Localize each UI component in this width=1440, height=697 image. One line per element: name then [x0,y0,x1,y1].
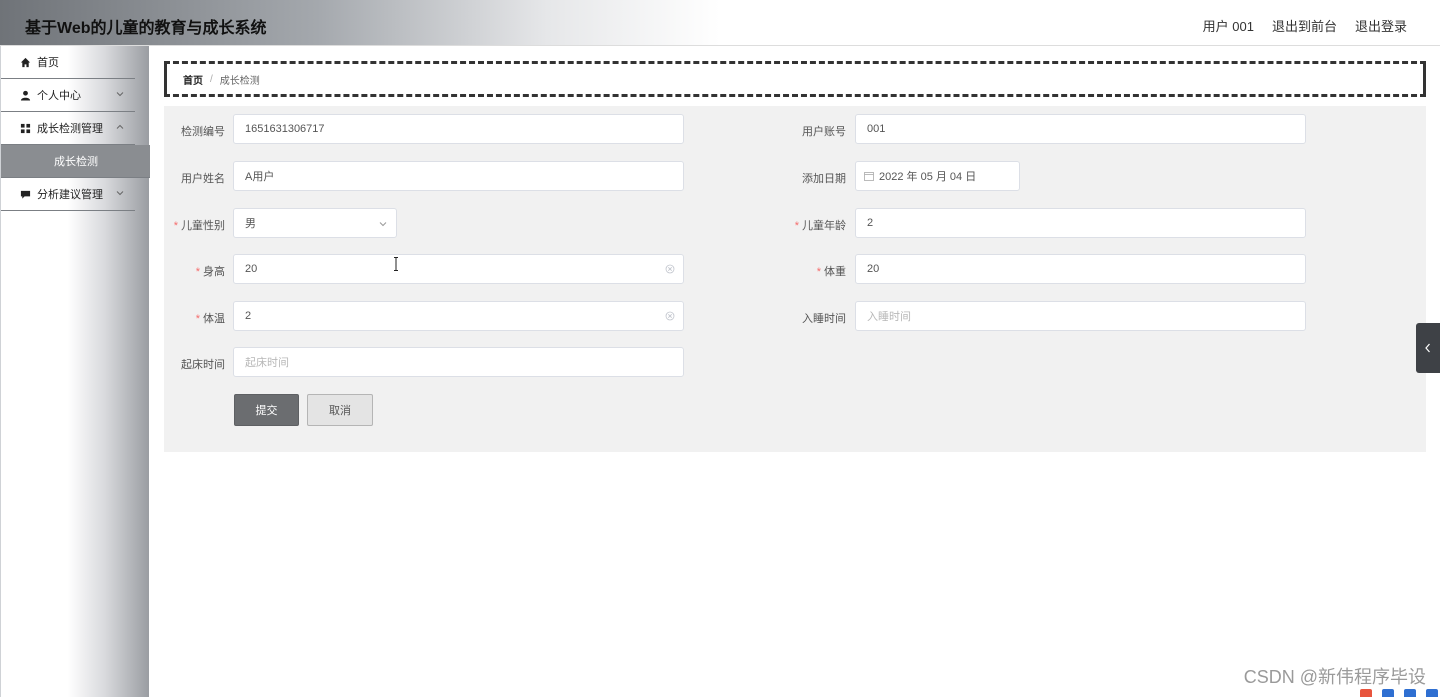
sidebar-item-label: 个人中心 [37,90,81,102]
sidebar-item-label: 首页 [37,57,59,69]
label-weight: * 体重 [816,266,846,278]
logout-link[interactable]: 退出登录 [1355,16,1407,35]
app-title: 基于Web的儿童的教育与成长系统 [25,20,267,37]
chevron-down-icon [116,92,124,97]
clear-circle-icon[interactable] [665,311,675,321]
clear-circle-icon[interactable] [665,264,675,274]
calendar-icon [864,172,874,181]
sidebar-item-label: 成长检测管理 [37,123,103,135]
breadcrumb: 首页 / 成长检测 [164,61,1426,97]
ime-status-icon [1382,689,1394,697]
sidebar-item-personal-center[interactable]: 个人中心 [1,79,135,112]
height-input[interactable]: 20 [233,254,684,284]
grid-icon [19,122,31,134]
user-icon [19,89,31,101]
user-name-input[interactable]: A用户 [233,161,684,191]
label-wake-time: 起床时间 [181,359,225,371]
breadcrumb-separator: / [210,73,213,85]
chevron-left-icon [1425,343,1430,353]
header-links: 用户 001 退出到前台 退出登录 [1203,16,1407,35]
sidebar: 首页 个人中心 成长检测管理 成长检测 分析建议管理 [0,46,150,697]
label-temperature: * 体温 [195,313,225,325]
sidebar-item-home[interactable]: 首页 [1,46,135,79]
sidebar-item-label: 成长检测 [54,156,98,168]
sidebar-item-growth-management[interactable]: 成长检测管理 [1,112,135,145]
sidebar-subitem-growth-detection[interactable]: 成长检测 [1,145,150,178]
comment-icon [19,188,31,200]
sidebar-item-analysis-advice[interactable]: 分析建议管理 [1,178,135,211]
label-user-account: 用户账号 [802,126,846,138]
weight-input[interactable]: 20 [855,254,1306,284]
sogou-icon [1360,689,1372,697]
side-panel-toggle[interactable] [1416,323,1440,373]
sidebar-item-label: 分析建议管理 [37,189,103,201]
cancel-button[interactable]: 取消 [307,394,373,426]
watermark: CSDN @新伟程序毕设 [1243,667,1426,687]
temperature-input[interactable]: 2 [233,301,684,331]
exit-to-frontend-link[interactable]: 退出到前台 [1272,16,1337,35]
ime-toolbar [1360,687,1438,697]
chevron-down-icon [379,222,387,227]
sleep-time-input[interactable]: 入睡时间 [855,301,1306,331]
wake-time-input[interactable]: 起床时间 [233,347,684,377]
form-panel: 检测编号 1651631306717 用户账号 001 用户姓名 A用户 添加日… [164,106,1426,452]
label-child-age: * 儿童年龄 [794,220,846,232]
ime-status-icon [1426,689,1438,697]
child-age-input[interactable]: 2 [855,208,1306,238]
label-user-name: 用户姓名 [181,173,225,185]
user-account-input[interactable]: 001 [855,114,1306,144]
home-icon [19,56,31,68]
breadcrumb-home[interactable]: 首页 [183,72,203,87]
chevron-down-icon [116,191,124,196]
detection-number-input[interactable]: 1651631306717 [233,114,684,144]
submit-button[interactable]: 提交 [234,394,299,426]
chevron-up-icon [116,124,124,129]
add-date-picker[interactable]: 2022 年 05 月 04 日 [855,161,1020,191]
text-cursor-icon [394,257,398,271]
top-header: 基于Web的儿童的教育与成长系统 用户 001 退出到前台 退出登录 [0,0,1440,46]
breadcrumb-current: 成长检测 [219,75,260,87]
child-gender-select[interactable]: 男 [233,208,397,238]
label-sleep-time: 入睡时间 [802,313,846,325]
ime-status-icon [1404,689,1416,697]
label-height: * 身高 [195,266,225,278]
label-add-date: 添加日期 [802,173,846,185]
label-child-gender: * 儿童性别 [173,220,225,232]
label-detection-number: 检测编号 [181,126,225,138]
current-user-link[interactable]: 用户 001 [1203,16,1254,35]
